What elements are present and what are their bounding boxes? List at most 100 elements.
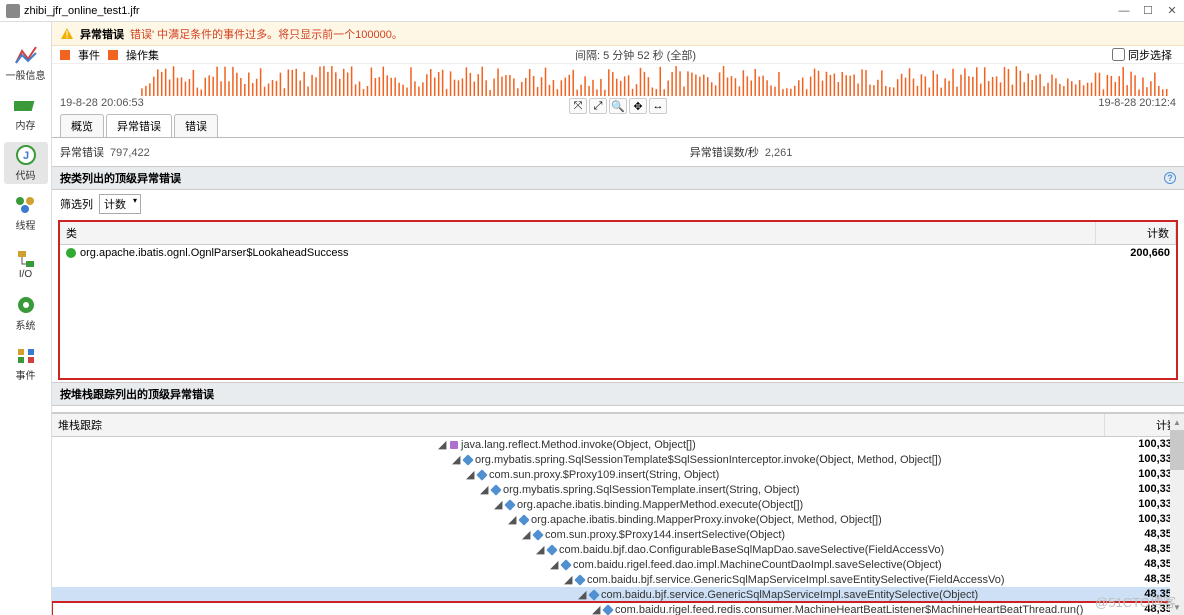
tree-toggle-icon[interactable]: ◢ xyxy=(564,573,574,586)
stat1-label: 异常错误 xyxy=(60,147,104,159)
tab-exceptions[interactable]: 异常错误 xyxy=(106,114,172,137)
events-label: 事件 xyxy=(78,47,100,63)
method-text: org.apache.ibatis.binding.MapperProxy.in… xyxy=(531,514,882,526)
exception-table: 类 计数 org.apache.ibatis.ognl.OgnlParser$L… xyxy=(58,220,1178,380)
method-text: org.apache.ibatis.binding.MapperMethod.e… xyxy=(517,499,803,511)
threads-icon xyxy=(14,195,38,215)
events-icon xyxy=(14,345,38,365)
window-title: zhibi_jfr_online_test1.jfr xyxy=(24,5,140,17)
stack-row[interactable]: ◢ java.lang.reflect.Method.invoke(Object… xyxy=(52,437,1184,452)
sidebar-item-general[interactable]: 一般信息 xyxy=(4,42,48,84)
scroll-down[interactable]: ▼ xyxy=(1170,599,1184,615)
method-text: com.baidu.rigel.feed.dao.impl.MachineCou… xyxy=(573,559,942,571)
sidebar-item-memory[interactable]: 内存 xyxy=(4,92,48,134)
stack-row[interactable]: ◢ org.mybatis.spring.SqlSessionTemplate.… xyxy=(52,482,1184,497)
tree-toggle-icon[interactable]: ◢ xyxy=(550,558,560,571)
warning-icon: ! xyxy=(60,27,74,41)
stack-row[interactable]: ◢ org.mybatis.spring.SqlSessionTemplate$… xyxy=(52,452,1184,467)
method-icon xyxy=(450,441,458,449)
tree-toggle-icon[interactable]: ◢ xyxy=(480,483,490,496)
row-count: 100,330 xyxy=(1098,498,1178,511)
opset-color-icon xyxy=(108,50,118,60)
method-text: com.sun.proxy.$Proxy144.insertSelective(… xyxy=(545,529,785,541)
stack-row[interactable]: ◢ com.baidu.rigel.feed.redis.consumer.Ma… xyxy=(52,602,1184,615)
code-icon: J xyxy=(14,145,38,165)
stat1-value: 797,422 xyxy=(110,147,150,159)
method-icon xyxy=(462,454,473,465)
app-icon xyxy=(6,4,20,18)
section1-title: 按类列出的顶级异常错误 xyxy=(60,170,181,186)
method-text: com.baidu.rigel.feed.redis.consumer.Mach… xyxy=(615,604,1083,615)
tool-zoom-in[interactable]: 🔍 xyxy=(609,98,627,114)
tool-resize[interactable]: ↔ xyxy=(649,98,667,114)
stack-row[interactable]: ◢ com.sun.proxy.$Proxy144.insertSelectiv… xyxy=(52,527,1184,542)
minimize-button[interactable]: — xyxy=(1118,5,1130,17)
io-icon xyxy=(14,247,38,267)
stack-row[interactable]: ◢ com.sun.proxy.$Proxy109.insert(String,… xyxy=(52,467,1184,482)
sync-checkbox[interactable] xyxy=(1112,48,1125,61)
tab-errors[interactable]: 错误 xyxy=(174,114,218,137)
tree-toggle-icon[interactable]: ◢ xyxy=(592,603,602,615)
warning-message: 错误' 中满足条件的事件过多。将只显示前一个100000。 xyxy=(130,26,403,42)
tree-toggle-icon[interactable]: ◢ xyxy=(536,543,546,556)
row-count: 100,330 xyxy=(1098,513,1178,526)
tree-toggle-icon[interactable]: ◢ xyxy=(578,588,588,601)
memory-icon xyxy=(14,95,38,115)
timeline-duration: 间隔: 5 分钟 52 秒 (全部) xyxy=(575,47,696,63)
stack-table: 堆栈跟踪 计数 ◢ java.lang.reflect.Method.invok… xyxy=(52,412,1184,615)
row-count: 100,330 xyxy=(1098,453,1178,466)
row-count: 48,350 xyxy=(1098,603,1178,615)
method-icon xyxy=(602,604,613,615)
filter-select[interactable]: 计数 xyxy=(99,194,141,214)
sidebar-item-threads[interactable]: 线程 xyxy=(4,192,48,234)
maximize-button[interactable]: ☐ xyxy=(1142,5,1154,17)
svg-text:J: J xyxy=(22,150,28,162)
sidebar-item-io[interactable]: I/O xyxy=(4,242,48,284)
col-class[interactable]: 类 xyxy=(60,222,1096,244)
timeline-header: 事件 操作集 间隔: 5 分钟 52 秒 (全部) 同步选择 xyxy=(52,46,1184,64)
table-row[interactable]: org.apache.ibatis.ognl.OgnlParser$Lookah… xyxy=(60,245,1176,261)
stats-row: 异常错误797,422 异常错误数/秒2,261 xyxy=(52,138,1184,166)
stack-row[interactable]: ◢ com.baidu.bjf.service.GenericSqlMapSer… xyxy=(52,572,1184,587)
warning-bar: ! 异常错误 错误' 中满足条件的事件过多。将只显示前一个100000。 xyxy=(52,22,1184,46)
close-button[interactable]: ✕ xyxy=(1166,5,1178,17)
col-count[interactable]: 计数 xyxy=(1096,222,1176,244)
help-icon[interactable]: ? xyxy=(1164,172,1176,184)
sidebar-item-events[interactable]: 事件 xyxy=(4,342,48,384)
tree-toggle-icon[interactable]: ◢ xyxy=(452,453,462,466)
sync-label: 同步选择 xyxy=(1128,47,1172,63)
method-icon xyxy=(518,514,529,525)
scrollbar[interactable]: ▲ ▼ xyxy=(1170,414,1184,615)
tree-toggle-icon[interactable]: ◢ xyxy=(438,438,448,451)
method-text: com.sun.proxy.$Proxy109.insert(String, O… xyxy=(489,469,719,481)
col-trace[interactable]: 堆栈跟踪 xyxy=(52,414,1104,436)
stack-row[interactable]: ◢ com.baidu.bjf.dao.ConfigurableBaseSqlM… xyxy=(52,542,1184,557)
row-count: 100,330 xyxy=(1098,438,1178,451)
sidebar-item-system[interactable]: 系统 xyxy=(4,292,48,334)
row-count: 48,350 xyxy=(1098,528,1178,541)
tree-toggle-icon[interactable]: ◢ xyxy=(522,528,532,541)
tool-select[interactable]: ✥ xyxy=(629,98,647,114)
method-text: com.baidu.bjf.dao.ConfigurableBaseSqlMap… xyxy=(559,544,944,556)
stack-row[interactable]: ◢ org.apache.ibatis.binding.MapperProxy.… xyxy=(52,512,1184,527)
tree-toggle-icon[interactable]: ◢ xyxy=(466,468,476,481)
title-bar: zhibi_jfr_online_test1.jfr — ☐ ✕ xyxy=(0,0,1184,22)
stack-row[interactable]: ◢ com.baidu.bjf.service.GenericSqlMapSer… xyxy=(52,587,1184,602)
tree-toggle-icon[interactable]: ◢ xyxy=(508,513,518,526)
tabs: 概览 异常错误 错误 xyxy=(52,116,1184,138)
tab-overview[interactable]: 概览 xyxy=(60,114,104,137)
scroll-thumb[interactable] xyxy=(1170,430,1184,470)
scroll-up[interactable]: ▲ xyxy=(1170,414,1184,430)
timeline-tools: ⤧ ⤢ 🔍 ✥ ↔ xyxy=(52,96,1184,116)
timeline-chart[interactable] xyxy=(60,64,1176,96)
class-name: org.apache.ibatis.ognl.OgnlParser$Lookah… xyxy=(80,247,348,259)
method-icon xyxy=(560,559,571,570)
sidebar-item-code[interactable]: J 代码 xyxy=(4,142,48,184)
tool-zoom-all[interactable]: ⤢ xyxy=(589,98,607,114)
system-icon xyxy=(14,295,38,315)
stack-row[interactable]: ◢ org.apache.ibatis.binding.MapperMethod… xyxy=(52,497,1184,512)
tool-zoom-out[interactable]: ⤧ xyxy=(569,98,587,114)
stack-row[interactable]: ◢ com.baidu.rigel.feed.dao.impl.MachineC… xyxy=(52,557,1184,572)
method-icon xyxy=(504,499,515,510)
tree-toggle-icon[interactable]: ◢ xyxy=(494,498,504,511)
